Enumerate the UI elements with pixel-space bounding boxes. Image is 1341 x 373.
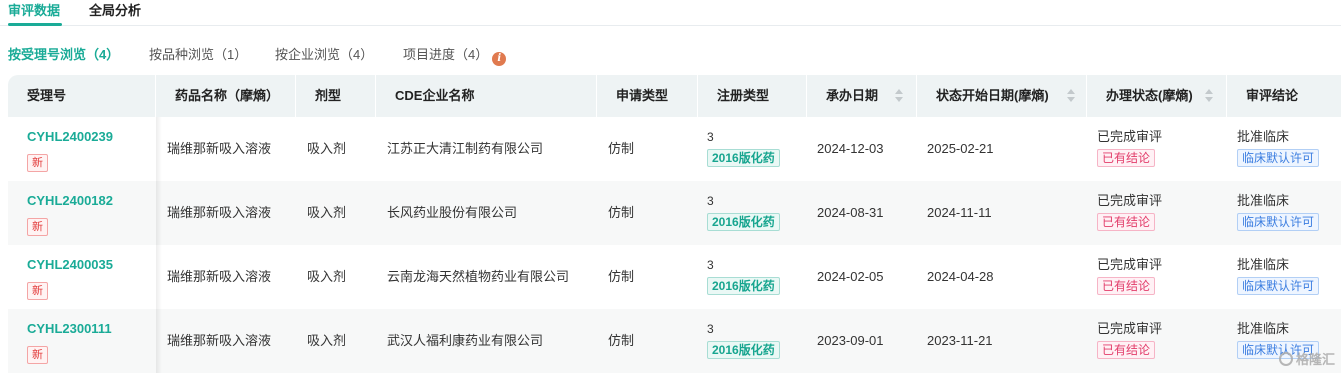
acceptance-no-link[interactable]: CYHL2400035 [27,256,113,274]
conclusion-cell: 批准临床 [1237,257,1290,272]
dosage-form-cell: 吸入剂 [307,141,347,156]
col-header-handling-status[interactable]: 办理状态(摩熵) [1087,75,1227,117]
dosage-form-cell: 吸入剂 [307,205,347,220]
registration-type-tag: 2016版化药 [707,277,780,295]
dosage-form-cell: 吸入剂 [307,269,347,284]
new-badge: 新 [27,154,48,172]
tab-global-analysis[interactable]: 全局分析 [89,2,141,20]
conclusion-cell: 批准临床 [1237,321,1290,336]
new-badge: 新 [27,346,48,364]
status-start-date-cell: 2024-04-28 [927,269,994,284]
sort-accept-date-icon[interactable] [895,89,903,103]
conclusion-tag: 临床默认许可 [1237,277,1320,295]
active-tab-indicator [8,23,62,26]
col-header-status-start-date[interactable]: 状态开始日期(摩熵) [917,75,1087,117]
accept-date-cell: 2024-12-03 [817,141,884,156]
conclusion-tag: 临床默认许可 [1237,213,1320,231]
fixed-column-shadow [156,117,162,373]
col-header-application-type: 申请类型 [597,75,698,117]
subtab-project-progress[interactable]: 项目进度（4） i [403,46,507,66]
status-start-date-cell: 2023-11-21 [927,333,993,348]
status-start-date-label: 状态开始日期(摩熵) [936,88,1049,103]
registration-class-cell: 3 [707,130,714,144]
accept-date-label: 承办日期 [826,88,879,103]
status-start-date-cell: 2024-11-11 [927,205,992,220]
status-tag: 已有结论 [1097,341,1156,359]
accept-date-cell: 2024-08-31 [817,205,884,220]
subtab-by-variety[interactable]: 按品种浏览（1） [149,46,247,64]
accept-date-cell: 2024-02-05 [817,269,884,284]
col-header-drug-name: 药品名称（摩熵） [156,75,296,117]
status-start-date-cell: 2025-02-21 [927,141,994,156]
conclusion-cell: 批准临床 [1237,129,1290,144]
watermark-logo-icon [1278,352,1293,366]
col-header-conclusion: 审评结论 [1246,88,1299,103]
status-tag: 已有结论 [1097,149,1156,167]
drug-name-cell: 瑞维那新吸入溶液 [167,269,272,284]
company-cell: 长风药业股份有限公司 [387,205,518,220]
company-cell: 云南龙海天然植物药业有限公司 [387,269,570,284]
acceptance-no-link[interactable]: CYHL2400239 [27,128,113,146]
table-row: CYHL2400182 新 瑞维那新吸入溶液 吸入剂 长风药业股份有限公司 仿制 3 2016… [8,181,1341,245]
company-cell: 江苏正大清江制药有限公司 [387,141,544,156]
top-tab-bar: 审评数据 全局分析 [0,0,1341,26]
conclusion-tag: 临床默认许可 [1237,149,1320,167]
table-row: CYHL2400239 新 瑞维那新吸入溶液 吸入剂 江苏正大清江制药有限公司 仿制 3 20… [8,117,1341,181]
handling-status-cell: 已完成审评 [1097,257,1163,272]
registration-class-cell: 3 [707,258,714,272]
application-type-cell: 仿制 [608,205,635,220]
subtab-by-company[interactable]: 按企业浏览（4） [275,46,373,64]
drug-name-cell: 瑞维那新吸入溶液 [167,141,272,156]
watermark: 格隆汇 [1278,349,1335,368]
handling-status-cell: 已完成审评 [1097,193,1163,208]
table-row: CYHL2400035 新 瑞维那新吸入溶液 吸入剂 云南龙海天然植物药业有限公司 仿制 3… [8,245,1341,309]
status-tag: 已有结论 [1097,277,1156,295]
tab-review-data[interactable]: 审评数据 [8,2,60,20]
new-badge: 新 [27,282,48,300]
col-header-company: CDE企业名称 [376,75,597,117]
drug-name-cell: 瑞维那新吸入溶液 [167,333,272,348]
acceptance-no-link[interactable]: CYHL2400182 [27,192,113,210]
registration-class-cell: 3 [707,194,714,208]
col-header-acceptance-no: 受理号 [8,75,156,117]
handling-status-cell: 已完成审评 [1097,321,1163,336]
conclusion-cell: 批准临床 [1237,193,1290,208]
registration-type-tag: 2016版化药 [707,341,780,359]
sort-handling-status-icon[interactable] [1205,89,1213,103]
dosage-form-cell: 吸入剂 [307,333,347,348]
col-header-dosage-form: 剂型 [296,75,376,117]
subtab-project-progress-label: 项目进度（4） [403,47,489,62]
table-row: CYHL2300111 新 瑞维那新吸入溶液 吸入剂 武汉人福利康药业有限公司 仿制 3 20… [8,309,1341,373]
application-type-cell: 仿制 [608,269,635,284]
status-tag: 已有结论 [1097,213,1156,231]
new-badge: 新 [27,218,48,236]
sort-status-date-icon[interactable] [1067,89,1075,103]
application-type-cell: 仿制 [608,141,635,156]
subtab-by-acceptance-no[interactable]: 按受理号浏览（4） [8,46,119,64]
registration-type-tag: 2016版化药 [707,149,780,167]
table-header: 受理号 药品名称（摩熵） 剂型 CDE企业名称 申请类型 注册类型 承办日期 状… [8,75,1341,117]
accept-date-cell: 2023-09-01 [817,333,884,348]
registration-class-cell: 3 [707,322,714,336]
watermark-text: 格隆汇 [1295,352,1335,367]
drug-name-cell: 瑞维那新吸入溶液 [167,205,272,220]
registration-type-tag: 2016版化药 [707,213,780,231]
application-type-cell: 仿制 [608,333,635,348]
handling-status-cell: 已完成审评 [1097,129,1163,144]
company-cell: 武汉人福利康药业有限公司 [387,333,544,348]
review-data-table: 受理号 药品名称（摩熵） 剂型 CDE企业名称 申请类型 注册类型 承办日期 状… [8,75,1341,373]
table-body: CYHL2400239 新瑞维那新吸入溶液 吸入剂 江苏正大清江制药有限公司 仿制 3 20… [8,117,1341,373]
handling-status-label: 办理状态(摩熵) [1106,88,1193,103]
col-header-accept-date[interactable]: 承办日期 [807,75,917,117]
col-header-registration-type: 注册类型 [698,75,807,117]
acceptance-no-link[interactable]: CYHL2300111 [27,320,112,338]
info-icon[interactable]: i [492,52,507,66]
